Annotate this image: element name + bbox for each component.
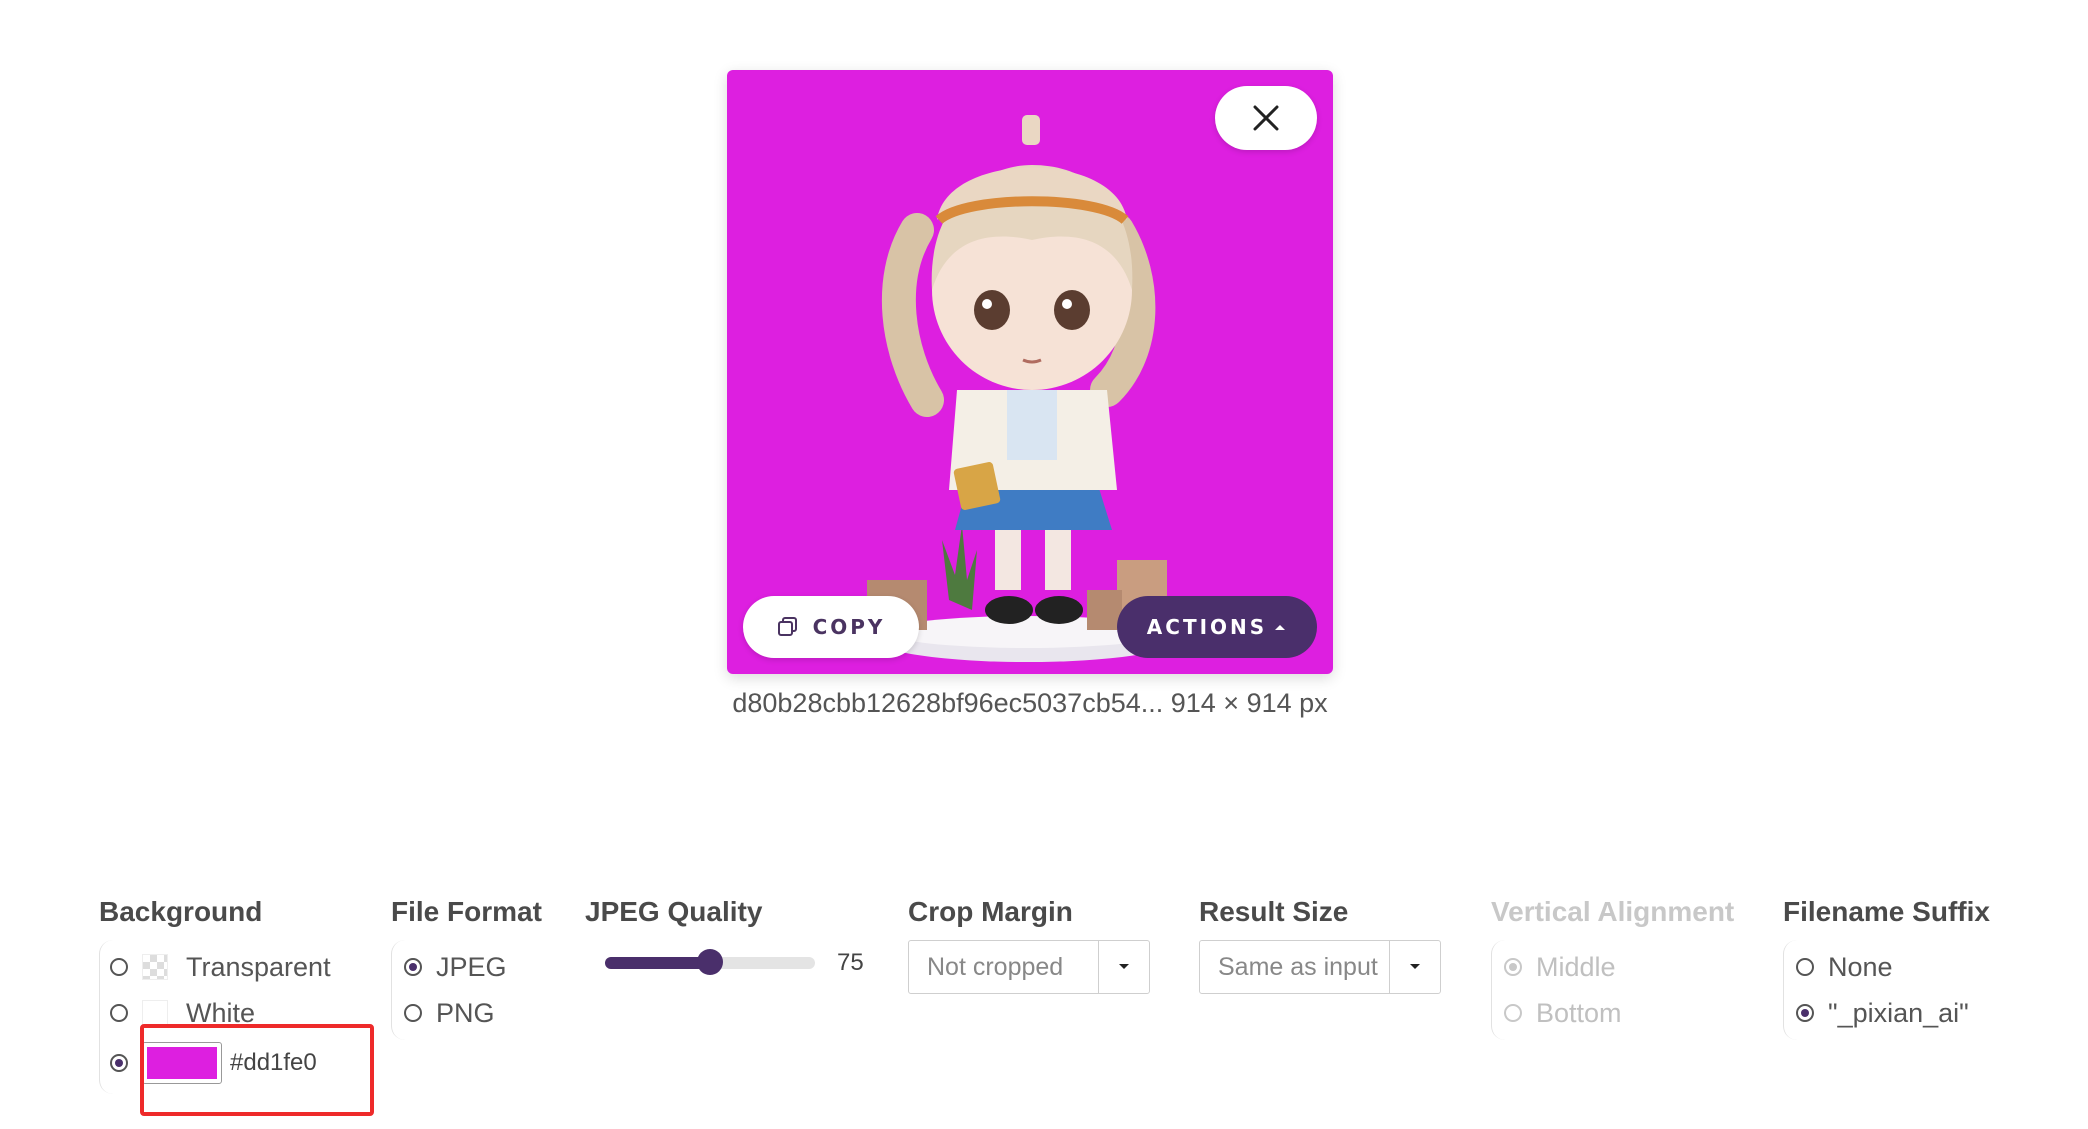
option-label: White <box>186 997 256 1028</box>
option-label: None <box>1828 951 1893 982</box>
jpeg-quality-value: 75 <box>837 949 864 976</box>
crop-margin-setting: Crop Margin Not cropped <box>908 896 1150 994</box>
color-fill <box>147 1047 217 1079</box>
jpeg-quality-heading: JPEG Quality <box>585 896 763 927</box>
option-label: Middle <box>1536 951 1616 982</box>
filename-suffix-heading: Filename Suffix <box>1783 896 1990 927</box>
radio-white[interactable] <box>110 1004 128 1022</box>
jpeg-quality-setting: JPEG Quality 75 <box>585 896 864 986</box>
caret-down-icon <box>1410 964 1420 969</box>
filename-suffix-option-none[interactable]: None <box>1796 944 1990 990</box>
background-option-transparent[interactable]: Transparent <box>110 944 331 990</box>
checkerboard-icon <box>142 954 168 980</box>
result-size-select[interactable]: Same as input <box>1199 940 1441 994</box>
vertical-alignment-option-bottom: Bottom <box>1504 990 1734 1036</box>
color-hex-value: #dd1fe0 <box>230 1049 317 1076</box>
jpeg-quality-slider[interactable] <box>605 949 815 975</box>
filename-suffix-options: None "_pixian_ai" <box>1783 940 1990 1040</box>
copy-icon <box>777 617 797 636</box>
actions-button[interactable]: ACTIONS <box>1117 596 1317 658</box>
figurine-image <box>867 115 1177 662</box>
file-format-heading: File Format <box>391 896 542 927</box>
background-option-color[interactable]: #dd1fe0 <box>110 1036 331 1090</box>
copy-button[interactable]: COPY <box>743 596 919 658</box>
crop-margin-select[interactable]: Not cropped <box>908 940 1150 994</box>
file-format-options: JPEG PNG <box>391 940 542 1040</box>
vertical-alignment-setting: Vertical Alignment Middle Bottom <box>1491 896 1734 1040</box>
copy-label: COPY <box>812 615 886 639</box>
file-format-option-jpeg[interactable]: JPEG <box>404 944 542 990</box>
radio-transparent[interactable] <box>110 958 128 976</box>
result-size-heading: Result Size <box>1199 896 1349 927</box>
option-label: Bottom <box>1536 997 1622 1028</box>
slider-fill <box>605 957 710 969</box>
radio-none[interactable] <box>1796 958 1814 976</box>
radio-png[interactable] <box>404 1004 422 1022</box>
radio-color[interactable] <box>110 1054 128 1072</box>
dropdown-button[interactable] <box>1098 941 1149 993</box>
crop-margin-heading: Crop Margin <box>908 896 1073 927</box>
white-swatch-icon <box>142 1000 168 1026</box>
file-format-setting: File Format JPEG PNG <box>391 896 542 1040</box>
option-label: PNG <box>436 997 495 1028</box>
background-setting: Background Transparent White #dd1fe0 <box>99 896 331 1094</box>
result-preview: COPY ACTIONS <box>727 70 1333 674</box>
page: COPY ACTIONS d80b28cbb12628bf96ec5037cb5… <box>0 0 2088 1129</box>
result-size-value: Same as input <box>1218 952 1378 981</box>
background-option-white[interactable]: White <box>110 990 331 1036</box>
color-picker-input[interactable] <box>142 1042 222 1084</box>
close-icon <box>1253 105 1279 131</box>
vertical-alignment-option-middle: Middle <box>1504 944 1734 990</box>
background-options: Transparent White #dd1fe0 <box>99 940 331 1094</box>
vertical-alignment-options: Middle Bottom <box>1491 940 1734 1040</box>
dropdown-button[interactable] <box>1389 941 1440 993</box>
filename-suffix-option-pixian[interactable]: "_pixian_ai" <box>1796 990 1990 1036</box>
caret-up-icon <box>1275 625 1286 630</box>
file-format-option-png[interactable]: PNG <box>404 990 542 1036</box>
actions-label: ACTIONS <box>1146 615 1268 639</box>
option-label: JPEG <box>436 951 507 982</box>
radio-pixian-ai[interactable] <box>1796 1004 1814 1022</box>
slider-thumb[interactable] <box>697 949 723 975</box>
result-size-setting: Result Size Same as input <box>1199 896 1441 994</box>
radio-bottom <box>1504 1004 1522 1022</box>
background-heading: Background <box>99 896 263 927</box>
option-label: "_pixian_ai" <box>1828 997 1969 1028</box>
radio-jpeg[interactable] <box>404 958 422 976</box>
radio-middle <box>1504 958 1522 976</box>
filename-suffix-setting: Filename Suffix None "_pixian_ai" <box>1783 896 1990 1040</box>
caret-down-icon <box>1119 964 1129 969</box>
option-label: Transparent <box>186 951 331 982</box>
image-caption: d80b28cbb12628bf96ec5037cb54... 914 × 91… <box>732 688 1328 718</box>
jpeg-quality-control: 75 <box>585 940 864 986</box>
close-button[interactable] <box>1215 86 1317 150</box>
crop-margin-value: Not cropped <box>927 952 1064 981</box>
vertical-alignment-heading: Vertical Alignment <box>1491 896 1735 927</box>
